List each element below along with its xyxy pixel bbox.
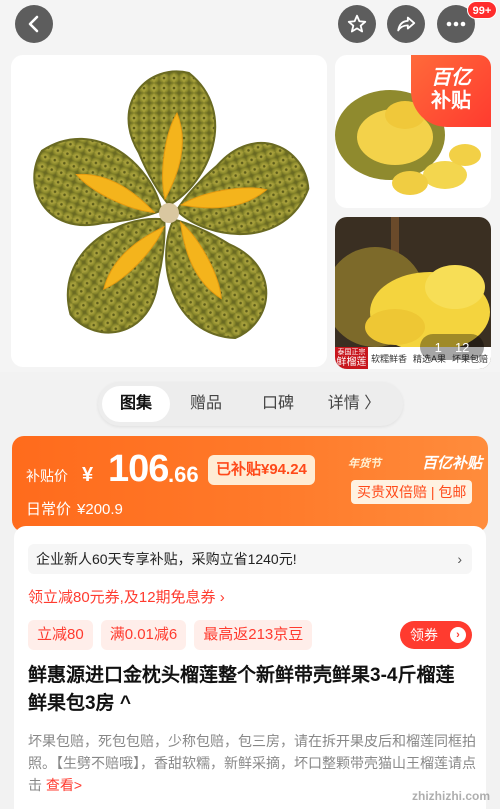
arrow-right-icon: › (450, 627, 466, 643)
subsidy-logo: 百亿补贴 (421, 455, 482, 472)
claim-coupon-button[interactable]: 领券 › (400, 621, 472, 649)
tab-gifts[interactable]: 赠品 (170, 386, 242, 422)
enterprise-promo-text: 企业新人60天专享补贴，采购立省1240元! (36, 551, 297, 567)
star-icon (347, 14, 367, 33)
side-image-peeled-durian[interactable]: 百亿 补贴 (335, 55, 491, 208)
product-description-text: 坏果包赔，死包包赔，少称包赔，包三房，请在拆开果皮后和榴莲同框拍照。【生劈不赔哦… (28, 733, 476, 793)
product-description: 坏果包赔，死包包赔，少称包赔，包三房，请在拆开果皮后和榴莲同框拍照。【生劈不赔哦… (28, 730, 476, 796)
more-icon (446, 21, 466, 27)
see-more-link[interactable]: 查看> (46, 777, 82, 793)
claim-coupon-label: 领券 (410, 627, 438, 643)
message-count-badge: 99+ (467, 1, 497, 19)
section-tab-bar: 图集 赠品 口碑 详情 〉 (98, 382, 403, 426)
share-button[interactable] (387, 5, 425, 43)
back-button[interactable] (15, 5, 53, 43)
festival-label: 年货节 (348, 457, 381, 470)
daily-price-value: ¥200.9 (77, 501, 123, 518)
price-card: 补贴价 ¥ 106 .66 已补贴¥94.24 日常价 ¥200.9 年货节 百亿… (12, 436, 488, 532)
favorite-button[interactable] (338, 5, 376, 43)
share-icon (397, 16, 416, 32)
chevron-right-icon: › (457, 551, 462, 567)
back-icon (28, 15, 39, 33)
price-currency: ¥ (82, 464, 94, 486)
subsidy-badge-line1: 百亿 (431, 67, 471, 89)
brand-tag: 泰国正宗 鲜榴莲 (335, 347, 368, 369)
subsidy-price-label: 补贴价 (26, 468, 68, 484)
price-guarantee-tag[interactable]: 买贵双倍赔 | 包邮 (351, 480, 473, 504)
image-counter-total: 12 (454, 339, 470, 355)
product-info-card: 企业新人60天专享补贴，采购立省1240元! › 领立减80元券,及12期免息券… (14, 526, 486, 809)
price-integer: 106 (108, 448, 169, 490)
subsidy-brand-row: 年货节 百亿补贴 (348, 452, 482, 473)
image-counter-current: 1 (434, 339, 442, 355)
subsidized-amount-badge: 已补贴¥94.24 (208, 455, 315, 485)
tab-gallery[interactable]: 图集 (102, 386, 170, 422)
subsidy-badge-line2: 补贴 (431, 90, 471, 112)
coupon-chip-list: 立减80 满0.01减6 最高返213京豆 (28, 620, 320, 650)
product-title[interactable]: 鲜惠源进口金枕头榴莲整个新鲜带壳鲜果3-4斤榴莲鲜果包3房 ^ (28, 662, 468, 718)
tab-reviews[interactable]: 口碑 (242, 386, 314, 422)
daily-price-label: 日常价 (26, 501, 72, 518)
image-counter: 1 12 (420, 334, 484, 360)
main-product-image[interactable] (11, 55, 327, 367)
coupon-link[interactable]: 领立减80元券,及12期免息券 › (28, 586, 225, 607)
watermark: zhizhizhi.com (412, 789, 490, 803)
tab-details[interactable]: 详情 〉 (314, 386, 394, 422)
price-decimal: .66 (168, 462, 199, 487)
daily-price: 日常价 ¥200.9 (26, 498, 123, 519)
image-gallery[interactable]: 百亿 补贴 泰国正宗 鲜榴莲 软糯鲜香 精选A果 坏果包赔 1 12 (0, 0, 500, 372)
coupon-chip[interactable]: 立减80 (28, 620, 93, 650)
subsidy-badge: 百亿 补贴 (411, 55, 491, 127)
brand-tag-main: 鲜榴莲 (336, 357, 367, 368)
coupon-chip[interactable]: 最高返213京豆 (194, 620, 313, 650)
feature-tag: 软糯鲜香 (370, 353, 407, 364)
enterprise-promo-banner[interactable]: 企业新人60天专享补贴，采购立省1240元! › (28, 544, 472, 574)
coupon-chip[interactable]: 满0.01减6 (100, 620, 187, 650)
